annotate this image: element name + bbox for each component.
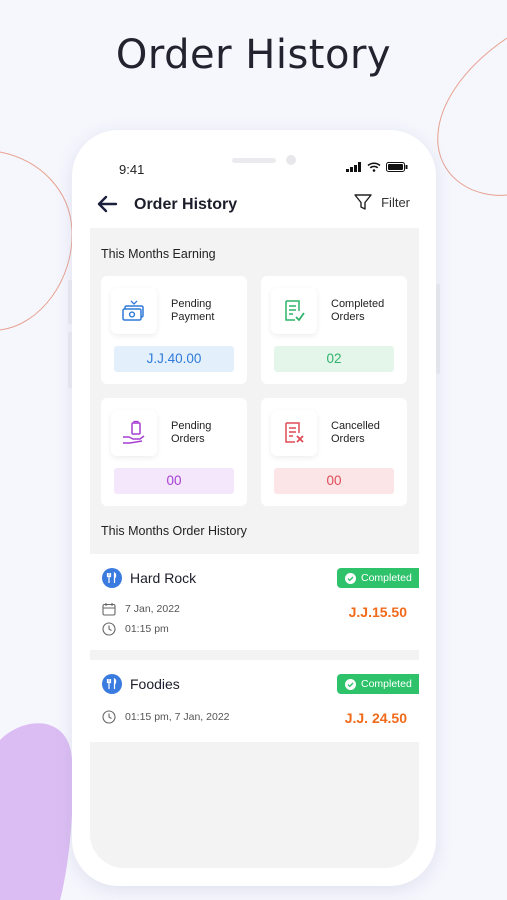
stat-icon-box (111, 410, 157, 456)
order-datetime: 01:15 pm, 7 Jan, 2022 (125, 711, 230, 723)
restaurant-cutlery-icon (102, 674, 122, 694)
status-badge-label: Completed (361, 572, 412, 584)
status-badge-label: Completed (361, 678, 412, 690)
stat-icon-box (271, 410, 317, 456)
filter-label: Filter (381, 194, 410, 210)
stat-title: Pending Orders (171, 420, 212, 445)
content-area: This Months Earning Pending Payment J.J.… (90, 228, 419, 868)
stat-card-pending-payment[interactable]: Pending Payment J.J.40.00 (101, 276, 247, 384)
page-heading: Order History (115, 32, 392, 78)
stat-value: 00 (114, 468, 234, 494)
wifi-icon (367, 162, 381, 172)
phone-frame: 9:41 Order History Filter This Months Ea… (68, 130, 440, 886)
history-section-label: This Months Order History (101, 524, 247, 538)
app-header: Order History Filter (72, 192, 436, 220)
filter-button[interactable]: Filter (353, 192, 410, 212)
check-circle-icon (345, 572, 356, 584)
order-date: 7 Jan, 2022 (125, 603, 180, 615)
calendar-icon (102, 603, 116, 616)
order-price: J.J. 24.50 (344, 710, 407, 726)
stat-title: Cancelled Orders (331, 420, 380, 445)
order-card[interactable]: Hard Rock Completed 7 Jan, 2022 01:15 pm… (90, 554, 419, 650)
restaurant-name: Hard Rock (130, 570, 197, 586)
order-datetime-row: 01:15 pm, 7 Jan, 2022 (102, 710, 230, 724)
clock-icon (102, 622, 116, 636)
battery-icon (386, 162, 408, 172)
order-date-row: 7 Jan, 2022 (102, 602, 180, 616)
checklist-icon (285, 300, 305, 322)
back-button[interactable] (96, 194, 122, 216)
stat-value: 00 (274, 468, 394, 494)
earnings-section-label: This Months Earning (101, 247, 216, 261)
signal-icon (346, 162, 361, 172)
restaurant-cutlery-icon (102, 568, 122, 588)
restaurant-name: Foodies (130, 676, 180, 692)
status-time: 9:41 (119, 162, 145, 177)
phone-side-button (68, 332, 72, 388)
phone-camera (286, 155, 296, 165)
funnel-icon (354, 194, 372, 210)
stat-icon-box (271, 288, 317, 334)
stat-card-cancelled-orders[interactable]: Cancelled Orders 00 (261, 398, 407, 506)
phone-side-button (436, 284, 440, 374)
header-title: Order History (134, 196, 238, 213)
order-card[interactable]: Foodies Completed 01:15 pm, 7 Jan, 2022 … (90, 660, 419, 742)
decor-blob-purple (0, 723, 73, 900)
stat-icon-box (111, 288, 157, 334)
status-badge: Completed (337, 568, 419, 588)
stat-card-completed-orders[interactable]: Completed Orders 02 (261, 276, 407, 384)
cancelled-doc-icon (285, 422, 304, 443)
order-time-row: 01:15 pm (102, 622, 169, 636)
order-price: J.J.15.50 (348, 604, 407, 620)
order-time: 01:15 pm (125, 623, 169, 635)
stat-title: Pending Payment (171, 298, 215, 323)
stat-card-pending-orders[interactable]: Pending Orders 00 (101, 398, 247, 506)
status-badge: Completed (337, 674, 419, 694)
stat-title: Completed Orders (331, 298, 385, 323)
stat-value: J.J.40.00 (114, 346, 234, 372)
phone-speaker (232, 158, 276, 163)
clock-icon (102, 710, 116, 724)
phone-side-button (68, 280, 72, 324)
hand-bag-icon (123, 420, 145, 444)
arrow-left-icon (97, 195, 118, 213)
check-circle-icon (345, 678, 356, 690)
stat-value: 02 (274, 346, 394, 372)
status-icons (346, 162, 408, 172)
cash-icon (122, 300, 144, 321)
status-bar: 9:41 (72, 155, 436, 182)
